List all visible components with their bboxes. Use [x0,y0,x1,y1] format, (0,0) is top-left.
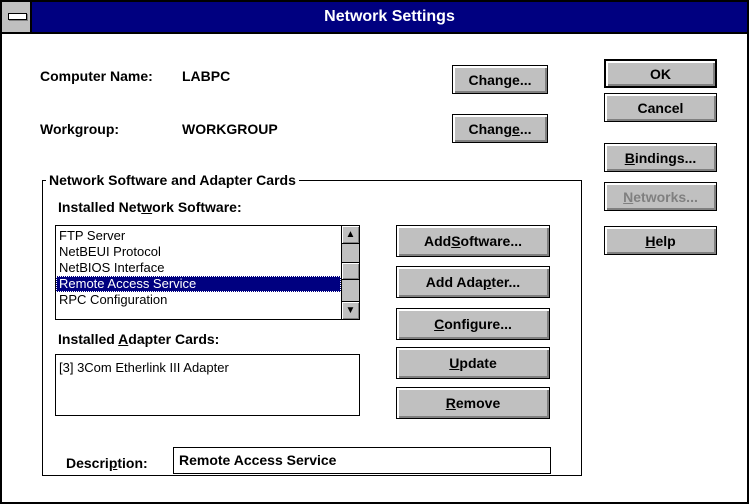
system-menu-button[interactable] [2,2,32,32]
software-item-netbeui[interactable]: NetBEUI Protocol [56,244,341,260]
network-settings-dialog: Network Settings Computer Name: LABPC Ch… [0,0,749,504]
button-text: elp [655,232,676,249]
accelerator-key: R [445,395,456,411]
workgroup-value: WORKGROUP [182,121,278,137]
button-text: Add Ada [425,274,483,290]
adapter-items: [3] 3Com Etherlink III Adapter [56,360,359,376]
software-item-remote-access[interactable]: Remote Access Service [56,276,341,292]
button-text: indings... [634,149,697,166]
accelerator-key: e [512,120,520,137]
remove-button[interactable]: Remove [396,387,550,419]
computer-name-value: LABPC [182,68,231,84]
label-text: Installed Net [58,199,142,215]
label-text: tion: [117,455,148,471]
add-adapter-button[interactable]: Add Ada p ter... [396,266,550,298]
accelerator-key: g [503,71,513,88]
installed-adapters-list[interactable]: [3] 3Com Etherlink III Adapter [55,354,360,416]
networks-button: Networks... [604,182,717,211]
workgroup-label: Workgroup: [40,121,120,137]
software-item-ftp-server[interactable]: FTP Server [56,228,341,244]
installed-software-label: Installed Network Software: [58,199,242,215]
configure-button[interactable]: Configure... [396,308,550,340]
label-text: Descri [66,455,109,471]
accelerator-key: w [141,199,153,215]
software-items: FTP Server NetBEUI Protocol NetBIOS Inte… [56,228,341,308]
change-workgroup-button[interactable]: Chang e... [452,114,548,143]
installed-software-list[interactable]: FTP Server NetBEUI Protocol NetBIOS Inte… [55,225,360,320]
scroll-up-arrow-icon[interactable]: ▲ [342,226,359,244]
computer-name-label: Computer Name: [40,68,153,84]
change-computer-name-button[interactable]: Chan g e... [452,65,548,94]
label-text: Installed [58,331,119,347]
button-text: Add [423,233,452,249]
adapter-item[interactable]: [3] 3Com Etherlink III Adapter [56,360,359,376]
window-title: Network Settings [324,8,455,25]
accelerator-key: U [449,355,460,371]
label-text: dapter Cards: [128,331,220,347]
cancel-button[interactable]: Cancel [604,93,717,122]
button-text: Chang [468,120,513,137]
software-scrollbar[interactable]: ▲ ▼ [341,226,359,319]
button-text: Chan [468,71,504,88]
update-button[interactable]: Update [396,347,550,379]
accelerator-key: C [434,316,445,332]
system-menu-icon [8,13,27,20]
button-text: onfigure... [444,316,512,332]
button-text: e... [512,71,532,88]
scroll-down-arrow-icon[interactable]: ▼ [342,301,359,319]
button-text: ... [519,120,532,137]
label-text: ork Software: [152,199,242,215]
description-field: Remote Access Service [173,447,551,474]
accelerator-key: S [451,233,461,249]
scroll-thumb[interactable] [342,262,359,280]
accelerator-key: B [624,149,635,166]
accelerator-key: N [623,188,634,205]
accelerator-key: H [645,232,656,249]
help-button[interactable]: Help [604,226,717,255]
button-text: emove [455,395,501,411]
button-text: oftware... [460,233,523,249]
button-text: ter... [491,274,521,290]
title-bar: Network Settings [2,2,747,34]
installed-adapters-label: Installed Adapter Cards: [58,331,219,347]
software-item-rpc[interactable]: RPC Configuration [56,292,341,308]
add-software-button[interactable]: Add Software... [396,225,550,257]
button-text: etworks... [633,188,698,205]
bindings-button[interactable]: Bindings... [604,143,717,172]
accelerator-key: A [118,331,129,347]
button-text: pdate [459,355,497,371]
ok-button[interactable]: OK [604,59,717,88]
group-title: Network Software and Adapter Cards [46,172,299,188]
description-label: Description: [66,455,148,471]
software-item-netbios[interactable]: NetBIOS Interface [56,260,341,276]
accelerator-key: p [482,274,492,290]
